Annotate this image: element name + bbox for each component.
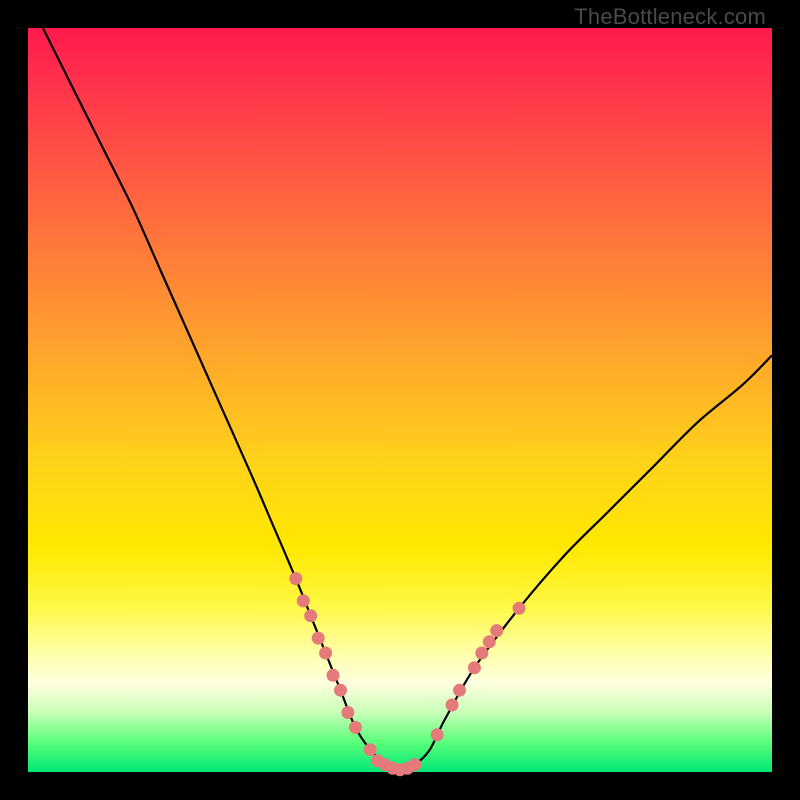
marker-dots-group: [289, 572, 525, 776]
marker-dot: [297, 594, 310, 607]
chart-svg: [28, 28, 772, 772]
marker-dot: [327, 669, 340, 682]
marker-dot: [334, 684, 347, 697]
marker-dot: [289, 572, 302, 585]
watermark-text: TheBottleneck.com: [574, 4, 766, 30]
marker-dot: [304, 609, 317, 622]
marker-dot: [490, 624, 503, 637]
marker-dot: [312, 632, 325, 645]
marker-dot: [453, 684, 466, 697]
marker-dot: [475, 647, 488, 660]
bottleneck-curve: [43, 28, 772, 772]
marker-dot: [468, 661, 481, 674]
marker-dot: [319, 647, 332, 660]
marker-dot: [513, 602, 526, 615]
marker-dot: [341, 706, 354, 719]
marker-dot: [408, 758, 421, 771]
marker-dot: [364, 743, 377, 756]
marker-dot: [431, 728, 444, 741]
chart-frame: [28, 28, 772, 772]
marker-dot: [446, 699, 459, 712]
marker-dot: [483, 635, 496, 648]
marker-dot: [349, 721, 362, 734]
